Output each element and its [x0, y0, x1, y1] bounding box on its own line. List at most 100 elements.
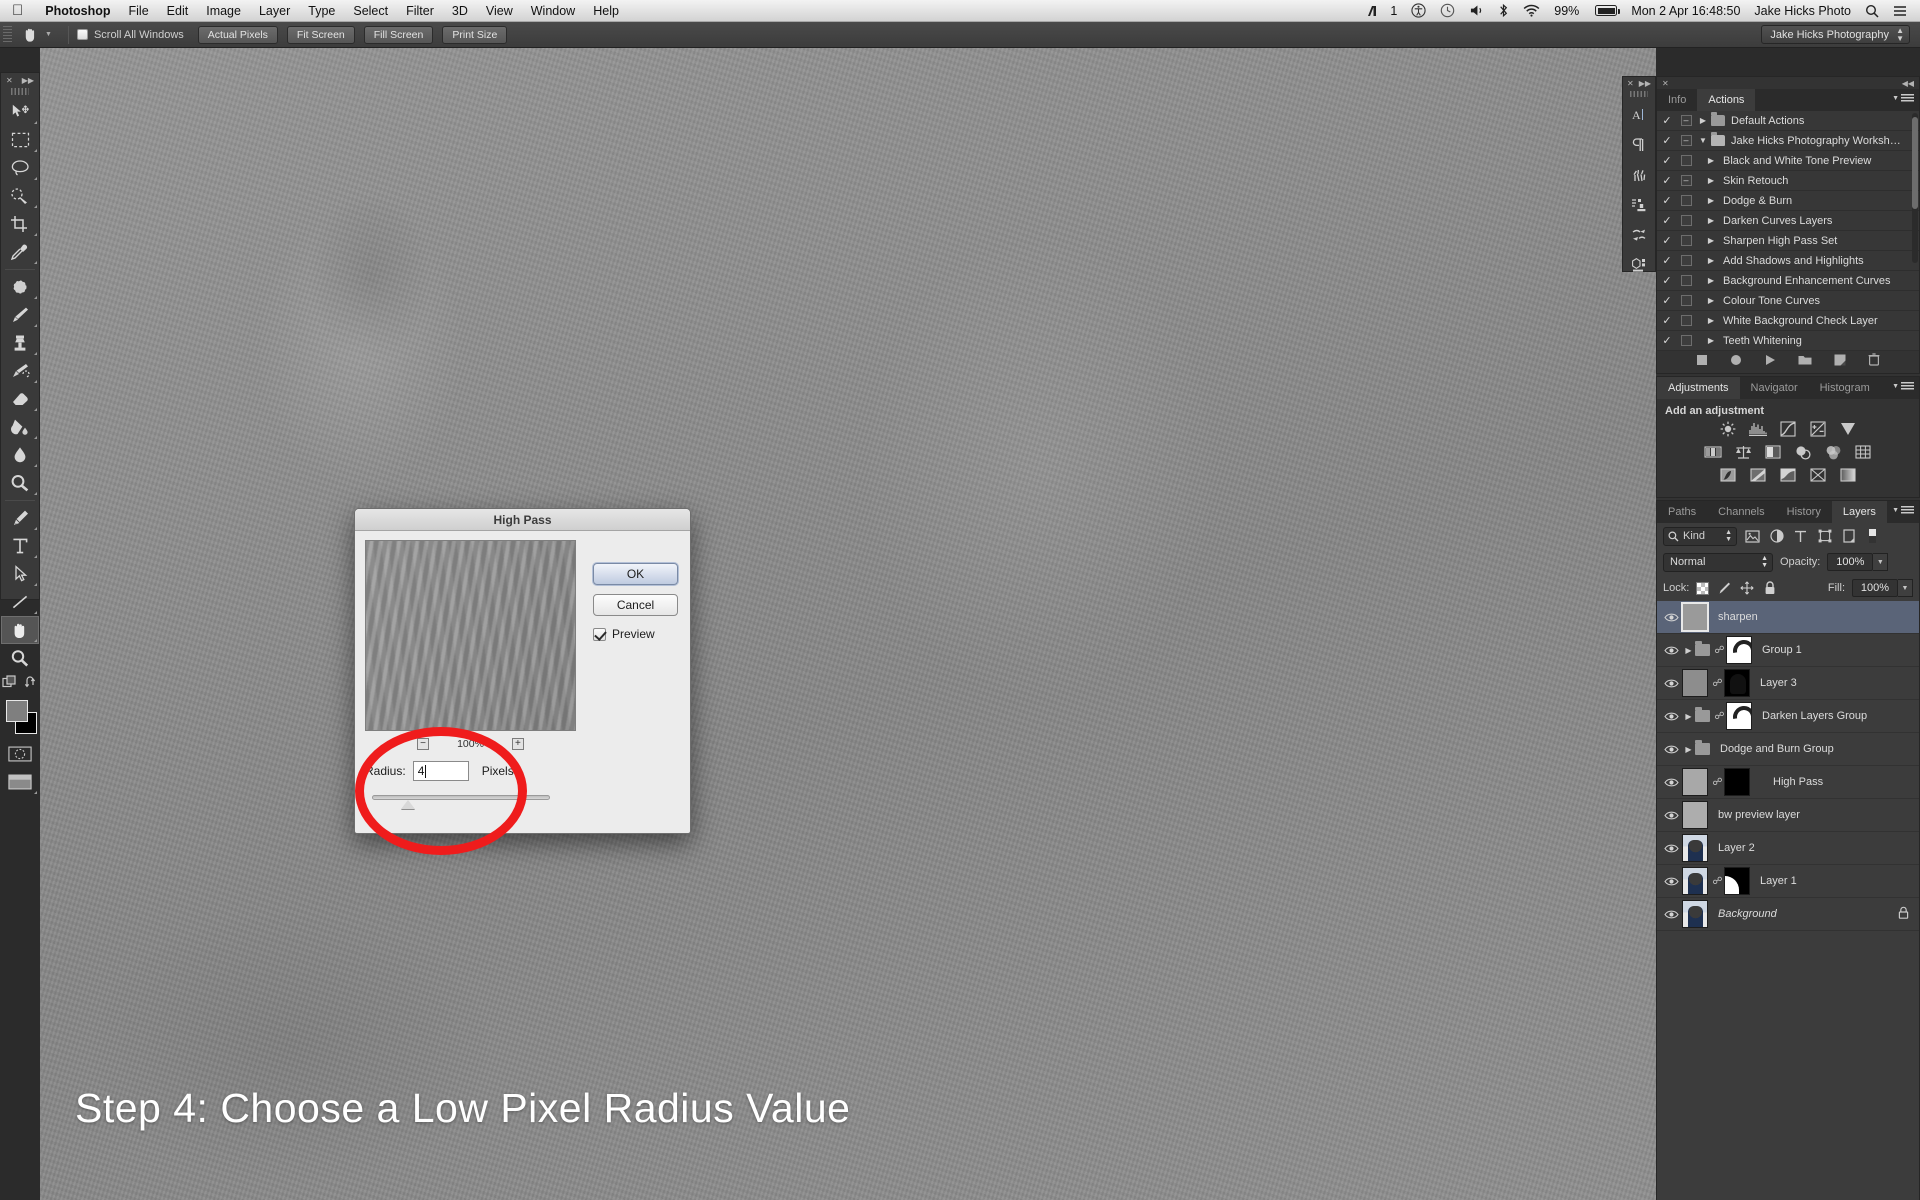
type-flyout-icon[interactable] [34, 555, 37, 558]
layer-thumbnail[interactable] [1682, 768, 1708, 796]
action-row-teeth-whitening[interactable]: ✓ ▶ Teeth Whitening [1657, 331, 1919, 351]
layer-thumbnail[interactable] [1682, 867, 1708, 895]
lock-all-icon[interactable] [1762, 580, 1778, 596]
actions-list[interactable]: ✓ – ▶ Default Actions ✓ – ▼ Jake Hicks P… [1657, 111, 1919, 351]
document-canvas[interactable]: Step 4: Choose a Low Pixel Radius Value [40, 48, 1656, 1200]
levels-icon[interactable] [1749, 421, 1767, 437]
layer-visibility-icon[interactable] [1660, 612, 1682, 623]
high-pass-dialog[interactable]: High Pass − 100% + Radius: 4 Pixels OK C… [354, 508, 691, 834]
new-action-button[interactable] [1834, 353, 1846, 371]
play-button[interactable] [1764, 353, 1776, 371]
screen-mode-icon[interactable] [1, 768, 39, 796]
layer-thumbnail[interactable] [1682, 801, 1708, 829]
layer-name[interactable]: Dodge and Burn Group [1720, 743, 1834, 755]
action-check-icon[interactable]: ✓ [1657, 114, 1677, 127]
action-check-icon[interactable]: ✓ [1657, 234, 1677, 247]
accessibility-icon[interactable] [1404, 3, 1433, 18]
layers-list[interactable]: sharpen ▶ ☍ Group 1 ☍ Layer 3 ▶ ☍ Darken… [1657, 601, 1919, 931]
layer-name[interactable]: Background [1718, 908, 1777, 920]
layer-visibility-icon[interactable] [1660, 909, 1682, 920]
exposure-icon[interactable] [1809, 421, 1827, 437]
cancel-button[interactable]: Cancel [593, 594, 678, 616]
layer-name[interactable]: Layer 1 [1760, 875, 1797, 887]
layer-row-bw-preview-layer[interactable]: bw preview layer [1657, 799, 1919, 832]
black-white-icon[interactable] [1764, 444, 1782, 460]
menu-filter[interactable]: Filter [397, 0, 443, 22]
record-button[interactable] [1730, 353, 1742, 371]
volume-icon[interactable] [1462, 4, 1491, 17]
layer-mask-thumbnail[interactable] [1724, 669, 1750, 697]
strip-close-icon[interactable]: ✕ [1627, 79, 1634, 88]
filter-type-icon[interactable] [1792, 528, 1809, 545]
action-check-icon[interactable]: ✓ [1657, 214, 1677, 227]
menu-image[interactable]: Image [197, 0, 250, 22]
layer-visibility-icon[interactable] [1660, 876, 1682, 887]
layer-row-layer-1[interactable]: ☍ Layer 1 [1657, 865, 1919, 898]
radius-input[interactable]: 4 [412, 761, 469, 781]
action-row-colour-tone-curves[interactable]: ✓ ▶ Colour Tone Curves [1657, 291, 1919, 311]
actual-pixels-button[interactable]: Actual Pixels [197, 25, 278, 44]
action-twirl-icon[interactable]: ▶ [1703, 196, 1719, 205]
move-tool[interactable] [1, 98, 39, 126]
group-twirl-icon[interactable]: ▶ [1682, 712, 1695, 721]
fill-value[interactable]: 100% [1852, 579, 1898, 597]
layer-filter-kind-select[interactable]: Kind ▲ ▼ [1663, 526, 1737, 546]
healing-flyout-icon[interactable] [34, 296, 37, 299]
action-dialog-toggle[interactable] [1677, 295, 1695, 306]
group-twirl-icon[interactable]: ▶ [1682, 646, 1695, 655]
lock-position-icon[interactable] [1739, 580, 1755, 596]
zoom-tool[interactable] [1, 644, 39, 672]
new-set-button[interactable] [1798, 353, 1812, 371]
hand-tool[interactable] [1, 616, 39, 644]
action-twirl-icon[interactable]: ▶ [1703, 236, 1719, 245]
curves-icon[interactable] [1779, 421, 1797, 437]
gradient-map-icon[interactable] [1839, 467, 1857, 483]
quick-mask-icon[interactable] [1, 740, 39, 768]
dodge-tool[interactable] [1, 469, 39, 497]
spotlight-search-icon[interactable] [1858, 4, 1886, 18]
action-check-icon[interactable]: ✓ [1657, 334, 1677, 347]
layer-row-background[interactable]: Background [1657, 898, 1919, 931]
action-dialog-toggle[interactable] [1677, 155, 1695, 166]
layer-visibility-icon[interactable] [1660, 843, 1682, 854]
lock-image-pixels-icon[interactable] [1716, 580, 1732, 596]
action-check-icon[interactable]: ✓ [1657, 154, 1677, 167]
action-check-icon[interactable]: ✓ [1657, 174, 1677, 187]
tab-navigator[interactable]: Navigator [1740, 377, 1809, 399]
toolbox-grip[interactable] [11, 88, 29, 95]
opacity-value[interactable]: 100% [1827, 553, 1874, 571]
action-row-skin-retouch[interactable]: ✓ – ▶ Skin Retouch [1657, 171, 1919, 191]
layer-name[interactable]: sharpen [1718, 611, 1758, 623]
lasso-tool[interactable] [1, 154, 39, 182]
mask-link-icon[interactable]: ☍ [1711, 678, 1724, 689]
rectangular-marquee-tool[interactable] [1, 126, 39, 154]
tab-actions[interactable]: Actions [1697, 89, 1756, 111]
path-selection-flyout-icon[interactable] [34, 583, 37, 586]
toolbox-collapse-icon[interactable]: ▶▶ [22, 76, 34, 85]
actions-close-icon[interactable]: ✕ [1662, 79, 1669, 88]
layers-panel-menu-button[interactable]: ▼ [1892, 506, 1914, 515]
pen-tool[interactable] [1, 504, 39, 532]
layer-thumbnail[interactable] [1682, 669, 1708, 697]
layer-thumbnail[interactable] [1682, 900, 1708, 928]
action-row-dodge-and-burn[interactable]: ✓ ▶ Dodge & Burn [1657, 191, 1919, 211]
action-check-icon[interactable]: ✓ [1657, 194, 1677, 207]
character-panel-icon[interactable]: A [1623, 100, 1655, 130]
crop-tool[interactable] [1, 210, 39, 238]
eraser-flyout-icon[interactable] [34, 408, 37, 411]
action-dialog-toggle[interactable] [1677, 315, 1695, 326]
action-check-icon[interactable]: ✓ [1657, 254, 1677, 267]
tab-histogram[interactable]: Histogram [1809, 377, 1881, 399]
scroll-all-windows-box[interactable] [76, 29, 88, 40]
layer-row-layer-2[interactable]: Layer 2 [1657, 832, 1919, 865]
input-source-icon[interactable] [1360, 5, 1388, 17]
print-size-button[interactable]: Print Size [442, 25, 508, 44]
filter-adjustment-icon[interactable] [1768, 528, 1785, 545]
history-brush-flyout-icon[interactable] [34, 380, 37, 383]
layer-name[interactable]: Darken Layers Group [1762, 710, 1867, 722]
zoom-out-button[interactable]: − [417, 738, 430, 750]
apple-logo-icon[interactable]:  [0, 3, 36, 18]
shape-flyout-icon[interactable] [34, 611, 37, 614]
action-check-icon[interactable]: ✓ [1657, 274, 1677, 287]
toolbox-close-icon[interactable]: ✕ [6, 76, 13, 85]
